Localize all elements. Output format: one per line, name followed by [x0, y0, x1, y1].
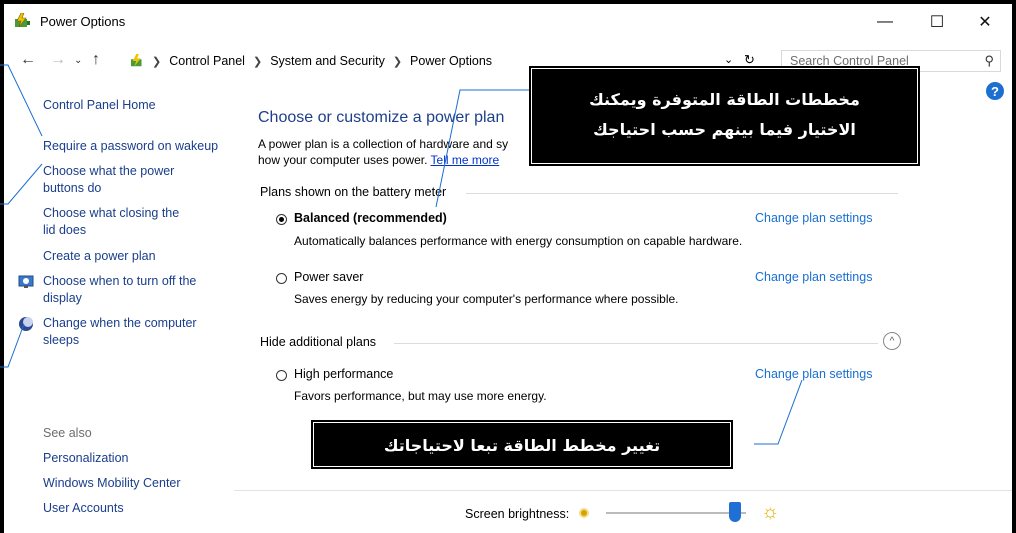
minimize-icon[interactable]: —: [862, 8, 908, 36]
collapse-chevron-up-icon[interactable]: ^: [883, 332, 901, 350]
see-also-mobility-center[interactable]: Windows Mobility Center: [43, 475, 181, 492]
hide-additional-plans-label[interactable]: Hide additional plans: [260, 335, 376, 349]
see-also-personalization[interactable]: Personalization: [43, 450, 128, 467]
bright-sun-icon: ☼: [761, 501, 780, 523]
display-monitor-icon: [18, 275, 34, 288]
breadcrumb-separator-icon: ❯: [392, 55, 403, 68]
change-plan-settings-high-performance[interactable]: Change plan settings: [755, 367, 872, 381]
recent-pages-chevron-icon[interactable]: ⌄: [74, 55, 82, 66]
sidebar-item-turn-off-display[interactable]: Choose when to turn off the display: [43, 273, 223, 307]
screen-brightness-label: Screen brightness:: [465, 507, 570, 521]
sidebar-home-link[interactable]: Control Panel Home: [43, 97, 156, 114]
refresh-icon[interactable]: ↻: [744, 52, 755, 68]
breadcrumb-separator-icon: ❯: [252, 55, 263, 68]
dim-sun-icon: [579, 508, 589, 518]
sidebar-item-power-buttons[interactable]: Choose what the power buttons do: [43, 163, 193, 197]
breadcrumb-control-panel[interactable]: Control Panel: [169, 54, 245, 68]
section-divider: [466, 193, 898, 194]
sidebar-item-closing-lid[interactable]: Choose what closing the lid does: [43, 205, 193, 239]
plan-name-balanced[interactable]: Balanced (recommended): [294, 211, 447, 225]
search-icon[interactable]: ⚲: [984, 53, 994, 69]
window-title: Power Options: [40, 14, 126, 29]
plan-desc-power-saver: Saves energy by reducing your computer's…: [294, 292, 679, 306]
plan-desc-balanced: Automatically balances performance with …: [294, 234, 743, 248]
page-title: Choose or customize a power plan: [258, 109, 505, 126]
sidebar-item-create-plan[interactable]: Create a power plan: [43, 248, 156, 265]
breadcrumb-separator-icon: ❯: [152, 55, 162, 68]
sidebar-item-computer-sleeps[interactable]: Change when the computer sleeps: [43, 315, 223, 349]
section-divider: [394, 343, 878, 344]
brightness-slider-thumb[interactable]: [729, 502, 741, 522]
see-also-heading: See also: [43, 426, 92, 440]
search-placeholder: Search Control Panel: [790, 54, 909, 68]
description-line-1: A power plan is a collection of hardware…: [258, 137, 509, 151]
change-plan-settings-power-saver[interactable]: Change plan settings: [755, 270, 872, 284]
sleep-moon-icon: [19, 317, 33, 331]
plans-callout-line-2: الاختيار فيما بينهم حسب احتياجك: [593, 120, 856, 139]
up-arrow-icon[interactable]: ↑: [92, 51, 100, 69]
plan-name-high-performance[interactable]: High performance: [294, 367, 393, 381]
change-plan-settings-balanced[interactable]: Change plan settings: [755, 211, 872, 225]
plan-radio-high-performance[interactable]: [276, 370, 287, 381]
address-dropdown-icon[interactable]: ⌄: [724, 53, 733, 66]
control-panel-icon: [131, 54, 142, 67]
tell-me-more-link[interactable]: Tell me more: [431, 153, 500, 167]
plan-radio-balanced[interactable]: [276, 214, 287, 225]
title-bar: Power Options — ☐ ✕: [4, 4, 1012, 38]
maximize-icon[interactable]: ☐: [914, 8, 960, 36]
plan-desc-high-performance: Favors performance, but may use more ene…: [294, 389, 547, 403]
plan-radio-power-saver[interactable]: [276, 273, 287, 284]
change-plan-callout: تغيير مخطط الطاقة تبعا لاحتياجاتك: [313, 422, 731, 467]
close-icon[interactable]: ✕: [962, 8, 1008, 36]
back-arrow-icon[interactable]: ←: [20, 51, 36, 69]
help-icon[interactable]: ?: [986, 82, 1004, 100]
battery-meter-section-label: Plans shown on the battery meter: [260, 185, 447, 199]
power-options-icon: [15, 13, 30, 28]
plans-callout-line-1: مخططات الطاقة المتوفرة ويمكنك: [589, 90, 860, 109]
sidebar-item-password[interactable]: Require a password on wakeup: [43, 138, 218, 155]
see-also-user-accounts[interactable]: User Accounts: [43, 500, 124, 517]
description-line-2: how your computer uses power.: [258, 153, 428, 167]
bottom-divider: [234, 490, 1012, 491]
breadcrumb-system-security[interactable]: System and Security: [270, 54, 385, 68]
plan-name-power-saver[interactable]: Power saver: [294, 270, 363, 284]
brightness-slider-track[interactable]: [606, 512, 746, 514]
forward-arrow-icon[interactable]: →: [50, 51, 66, 69]
plans-callout: مخططات الطاقة المتوفرة ويمكنك الاختيار ف…: [531, 68, 918, 164]
breadcrumb-power-options[interactable]: Power Options: [410, 54, 492, 68]
